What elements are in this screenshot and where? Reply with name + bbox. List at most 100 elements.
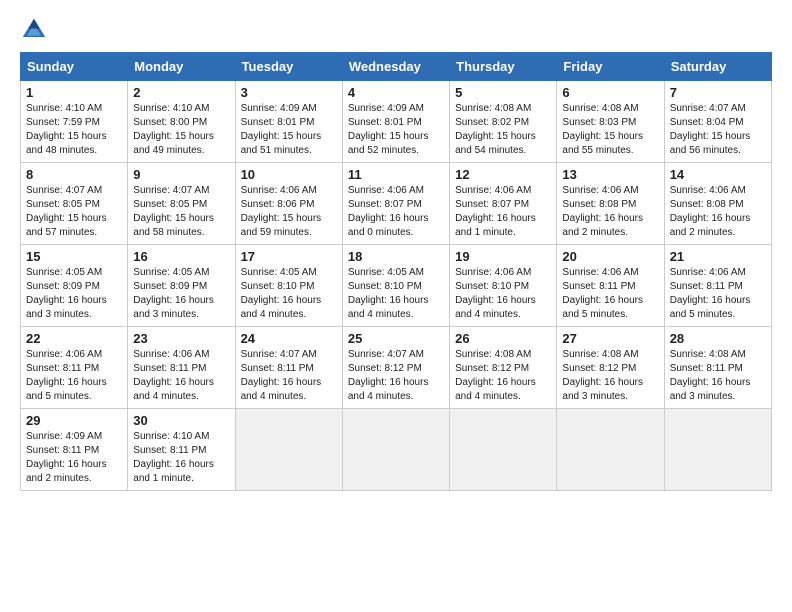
- calendar-header-tuesday: Tuesday: [235, 53, 342, 81]
- day-detail: Sunrise: 4:07 AM Sunset: 8:04 PM Dayligh…: [670, 102, 766, 158]
- day-number: 9: [133, 167, 229, 182]
- day-number: 11: [348, 167, 444, 182]
- calendar-cell: 5 Sunrise: 4:08 AM Sunset: 8:02 PM Daylig…: [450, 81, 557, 163]
- calendar-cell: 18 Sunrise: 4:05 AM Sunset: 8:10 PM Dayli…: [342, 245, 449, 327]
- calendar-cell: 4Sunrise: 4:09 AM Sunset: 8:01 PM Daylig…: [342, 81, 449, 163]
- day-detail: Sunrise: 4:09 AM Sunset: 8:11 PM Dayligh…: [26, 430, 122, 486]
- day-detail: Sunrise: 4:07 AM Sunset: 8:11 PM Dayligh…: [241, 348, 337, 404]
- calendar-week-1: 1Sunrise: 4:10 AM Sunset: 7:59 PM Daylig…: [21, 81, 772, 163]
- calendar-cell: 27 Sunrise: 4:08 AM Sunset: 8:12 PM Dayli…: [557, 327, 664, 409]
- calendar-cell: 17Sunrise: 4:05 AM Sunset: 8:10 PM Dayli…: [235, 245, 342, 327]
- calendar-cell: [664, 409, 771, 491]
- calendar-cell: 22 Sunrise: 4:06 AM Sunset: 8:11 PM Dayli…: [21, 327, 128, 409]
- day-number: 24: [241, 331, 337, 346]
- day-number: 5: [455, 85, 551, 100]
- day-number: 4: [348, 85, 444, 100]
- day-number: 6: [562, 85, 658, 100]
- day-number: 13: [562, 167, 658, 182]
- calendar-cell: 8 Sunrise: 4:07 AM Sunset: 8:05 PM Daylig…: [21, 163, 128, 245]
- calendar-cell: 29 Sunrise: 4:09 AM Sunset: 8:11 PM Dayli…: [21, 409, 128, 491]
- calendar-cell: 15 Sunrise: 4:05 AM Sunset: 8:09 PM Dayli…: [21, 245, 128, 327]
- day-detail: Sunrise: 4:08 AM Sunset: 8:11 PM Dayligh…: [670, 348, 766, 404]
- calendar-cell: [235, 409, 342, 491]
- day-number: 1: [26, 85, 122, 100]
- day-number: 22: [26, 331, 122, 346]
- calendar-cell: [450, 409, 557, 491]
- day-number: 16: [133, 249, 229, 264]
- calendar-cell: 14 Sunrise: 4:06 AM Sunset: 8:08 PM Dayli…: [664, 163, 771, 245]
- day-number: 8: [26, 167, 122, 182]
- calendar-header-saturday: Saturday: [664, 53, 771, 81]
- calendar-header-wednesday: Wednesday: [342, 53, 449, 81]
- calendar-week-4: 22 Sunrise: 4:06 AM Sunset: 8:11 PM Dayli…: [21, 327, 772, 409]
- calendar-cell: 30 Sunrise: 4:10 AM Sunset: 8:11 PM Dayli…: [128, 409, 235, 491]
- day-detail: Sunrise: 4:10 AM Sunset: 8:00 PM Dayligh…: [133, 102, 229, 158]
- day-detail: Sunrise: 4:08 AM Sunset: 8:03 PM Dayligh…: [562, 102, 658, 158]
- calendar-header-thursday: Thursday: [450, 53, 557, 81]
- day-detail: Sunrise: 4:06 AM Sunset: 8:10 PM Dayligh…: [455, 266, 551, 322]
- day-number: 26: [455, 331, 551, 346]
- calendar-week-5: 29 Sunrise: 4:09 AM Sunset: 8:11 PM Dayli…: [21, 409, 772, 491]
- day-detail: Sunrise: 4:06 AM Sunset: 8:11 PM Dayligh…: [133, 348, 229, 404]
- calendar-cell: 20 Sunrise: 4:06 AM Sunset: 8:11 PM Dayli…: [557, 245, 664, 327]
- day-detail: Sunrise: 4:07 AM Sunset: 8:05 PM Dayligh…: [26, 184, 122, 240]
- calendar-cell: 2 Sunrise: 4:10 AM Sunset: 8:00 PM Daylig…: [128, 81, 235, 163]
- day-detail: Sunrise: 4:10 AM Sunset: 8:11 PM Dayligh…: [133, 430, 229, 486]
- header: [20, 16, 772, 44]
- day-detail: Sunrise: 4:08 AM Sunset: 8:02 PM Dayligh…: [455, 102, 551, 158]
- day-detail: Sunrise: 4:06 AM Sunset: 8:06 PM Dayligh…: [241, 184, 337, 240]
- calendar-header-monday: Monday: [128, 53, 235, 81]
- day-detail: Sunrise: 4:08 AM Sunset: 8:12 PM Dayligh…: [455, 348, 551, 404]
- day-number: 27: [562, 331, 658, 346]
- day-number: 14: [670, 167, 766, 182]
- calendar-cell: 13 Sunrise: 4:06 AM Sunset: 8:08 PM Dayli…: [557, 163, 664, 245]
- day-detail: Sunrise: 4:06 AM Sunset: 8:11 PM Dayligh…: [670, 266, 766, 322]
- day-detail: Sunrise: 4:09 AM Sunset: 8:01 PM Dayligh…: [241, 102, 337, 158]
- day-detail: Sunrise: 4:06 AM Sunset: 8:11 PM Dayligh…: [26, 348, 122, 404]
- day-number: 23: [133, 331, 229, 346]
- calendar-cell: 1Sunrise: 4:10 AM Sunset: 7:59 PM Daylig…: [21, 81, 128, 163]
- day-number: 18: [348, 249, 444, 264]
- calendar-cell: 7Sunrise: 4:07 AM Sunset: 8:04 PM Daylig…: [664, 81, 771, 163]
- calendar-cell: 9Sunrise: 4:07 AM Sunset: 8:05 PM Daylig…: [128, 163, 235, 245]
- day-number: 19: [455, 249, 551, 264]
- day-number: 10: [241, 167, 337, 182]
- calendar-cell: 26 Sunrise: 4:08 AM Sunset: 8:12 PM Dayli…: [450, 327, 557, 409]
- day-detail: Sunrise: 4:07 AM Sunset: 8:12 PM Dayligh…: [348, 348, 444, 404]
- calendar-week-2: 8 Sunrise: 4:07 AM Sunset: 8:05 PM Daylig…: [21, 163, 772, 245]
- day-number: 15: [26, 249, 122, 264]
- day-number: 3: [241, 85, 337, 100]
- calendar-header-friday: Friday: [557, 53, 664, 81]
- calendar-cell: 10 Sunrise: 4:06 AM Sunset: 8:06 PM Dayli…: [235, 163, 342, 245]
- calendar-week-3: 15 Sunrise: 4:05 AM Sunset: 8:09 PM Dayli…: [21, 245, 772, 327]
- day-detail: Sunrise: 4:05 AM Sunset: 8:10 PM Dayligh…: [348, 266, 444, 322]
- day-detail: Sunrise: 4:05 AM Sunset: 8:09 PM Dayligh…: [26, 266, 122, 322]
- calendar-cell: 6 Sunrise: 4:08 AM Sunset: 8:03 PM Daylig…: [557, 81, 664, 163]
- day-detail: Sunrise: 4:08 AM Sunset: 8:12 PM Dayligh…: [562, 348, 658, 404]
- day-number: 29: [26, 413, 122, 428]
- day-number: 12: [455, 167, 551, 182]
- calendar-cell: 3 Sunrise: 4:09 AM Sunset: 8:01 PM Daylig…: [235, 81, 342, 163]
- day-number: 25: [348, 331, 444, 346]
- day-number: 2: [133, 85, 229, 100]
- day-detail: Sunrise: 4:05 AM Sunset: 8:10 PM Dayligh…: [241, 266, 337, 322]
- logo-icon: [20, 16, 48, 44]
- calendar-header-row: SundayMondayTuesdayWednesdayThursdayFrid…: [21, 53, 772, 81]
- calendar-cell: 11 Sunrise: 4:06 AM Sunset: 8:07 PM Dayli…: [342, 163, 449, 245]
- calendar-cell: 16 Sunrise: 4:05 AM Sunset: 8:09 PM Dayli…: [128, 245, 235, 327]
- day-number: 28: [670, 331, 766, 346]
- logo: [20, 16, 54, 44]
- day-number: 20: [562, 249, 658, 264]
- calendar-cell: 21Sunrise: 4:06 AM Sunset: 8:11 PM Dayli…: [664, 245, 771, 327]
- day-detail: Sunrise: 4:06 AM Sunset: 8:08 PM Dayligh…: [562, 184, 658, 240]
- page: SundayMondayTuesdayWednesdayThursdayFrid…: [0, 0, 792, 507]
- calendar-cell: [342, 409, 449, 491]
- day-detail: Sunrise: 4:05 AM Sunset: 8:09 PM Dayligh…: [133, 266, 229, 322]
- day-detail: Sunrise: 4:06 AM Sunset: 8:08 PM Dayligh…: [670, 184, 766, 240]
- calendar-cell: 28 Sunrise: 4:08 AM Sunset: 8:11 PM Dayli…: [664, 327, 771, 409]
- calendar-cell: 19 Sunrise: 4:06 AM Sunset: 8:10 PM Dayli…: [450, 245, 557, 327]
- day-number: 30: [133, 413, 229, 428]
- calendar-header-sunday: Sunday: [21, 53, 128, 81]
- day-detail: Sunrise: 4:06 AM Sunset: 8:11 PM Dayligh…: [562, 266, 658, 322]
- day-detail: Sunrise: 4:06 AM Sunset: 8:07 PM Dayligh…: [348, 184, 444, 240]
